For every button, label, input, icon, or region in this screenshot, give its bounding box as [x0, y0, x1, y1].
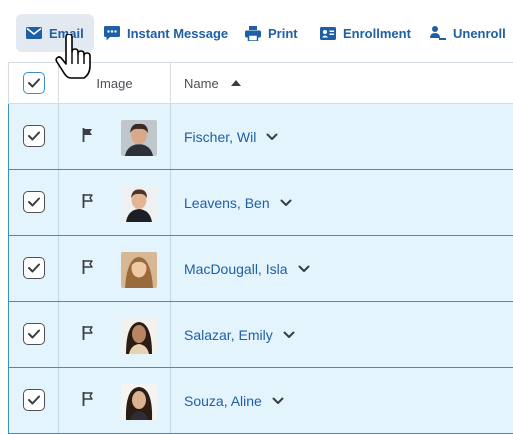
row-checkbox[interactable] — [23, 257, 45, 279]
enrollment-button[interactable]: Enrollment — [320, 14, 411, 52]
student-name-link[interactable]: MacDougall, Isla — [184, 261, 288, 277]
select-all-checkbox[interactable] — [23, 72, 45, 94]
enrollment-label: Enrollment — [343, 25, 411, 41]
checkmark-icon — [28, 263, 40, 273]
chevron-down-icon[interactable] — [280, 199, 292, 207]
image-header-label: Image — [96, 75, 133, 91]
chevron-down-icon[interactable] — [272, 397, 284, 405]
table-row[interactable]: Leavens, Ben — [8, 170, 513, 236]
checkmark-icon — [28, 78, 40, 88]
avatar — [121, 186, 157, 222]
remove-user-icon — [430, 26, 446, 40]
name-column-header[interactable]: Name — [171, 63, 241, 103]
chevron-down-icon[interactable] — [266, 133, 278, 141]
printer-icon — [245, 25, 261, 41]
table-row[interactable]: Fischer, Wil — [8, 104, 513, 170]
student-name-link[interactable]: Fischer, Wil — [184, 129, 256, 145]
hand-cursor-icon — [55, 34, 91, 79]
print-label: Print — [268, 25, 298, 41]
instant-message-button[interactable]: Instant Message — [104, 14, 228, 52]
flag-icon[interactable] — [82, 260, 94, 274]
checkmark-icon — [28, 329, 40, 339]
avatar — [121, 384, 157, 420]
chevron-down-icon[interactable] — [298, 265, 310, 273]
select-all-cell — [9, 63, 59, 103]
checkmark-icon — [28, 131, 40, 141]
student-name-link[interactable]: Salazar, Emily — [184, 327, 273, 343]
checkmark-icon — [28, 197, 40, 207]
avatar — [121, 120, 157, 156]
table-row[interactable]: Salazar, Emily — [8, 302, 513, 368]
envelope-icon — [26, 27, 42, 39]
table-row[interactable]: Souza, Aline — [8, 368, 513, 434]
row-checkbox[interactable] — [23, 191, 45, 213]
row-checkbox[interactable] — [23, 125, 45, 147]
chevron-down-icon[interactable] — [283, 331, 295, 339]
avatar — [121, 252, 157, 288]
row-checkbox[interactable] — [23, 323, 45, 345]
chat-icon — [104, 25, 120, 40]
classlist-table: Image Name Fischer, Wil Leavens, Ben Mac… — [8, 62, 513, 434]
unenroll-label: Unenroll — [453, 25, 506, 41]
avatar — [121, 318, 157, 354]
flag-icon[interactable] — [82, 194, 94, 208]
checkmark-icon — [28, 395, 40, 405]
instant-message-label: Instant Message — [127, 25, 229, 41]
student-name-link[interactable]: Souza, Aline — [184, 393, 262, 409]
table-row[interactable]: MacDougall, Isla — [8, 236, 513, 302]
unenroll-button[interactable]: Unenroll — [430, 14, 506, 52]
name-header-label: Name — [184, 75, 219, 91]
id-card-icon — [320, 26, 336, 40]
flag-icon[interactable] — [82, 326, 94, 340]
student-name-link[interactable]: Leavens, Ben — [184, 195, 270, 211]
row-checkbox[interactable] — [23, 389, 45, 411]
flag-icon[interactable] — [82, 128, 94, 142]
sort-up-icon — [230, 80, 241, 86]
print-button[interactable]: Print — [245, 14, 298, 52]
flag-icon[interactable] — [82, 392, 94, 406]
